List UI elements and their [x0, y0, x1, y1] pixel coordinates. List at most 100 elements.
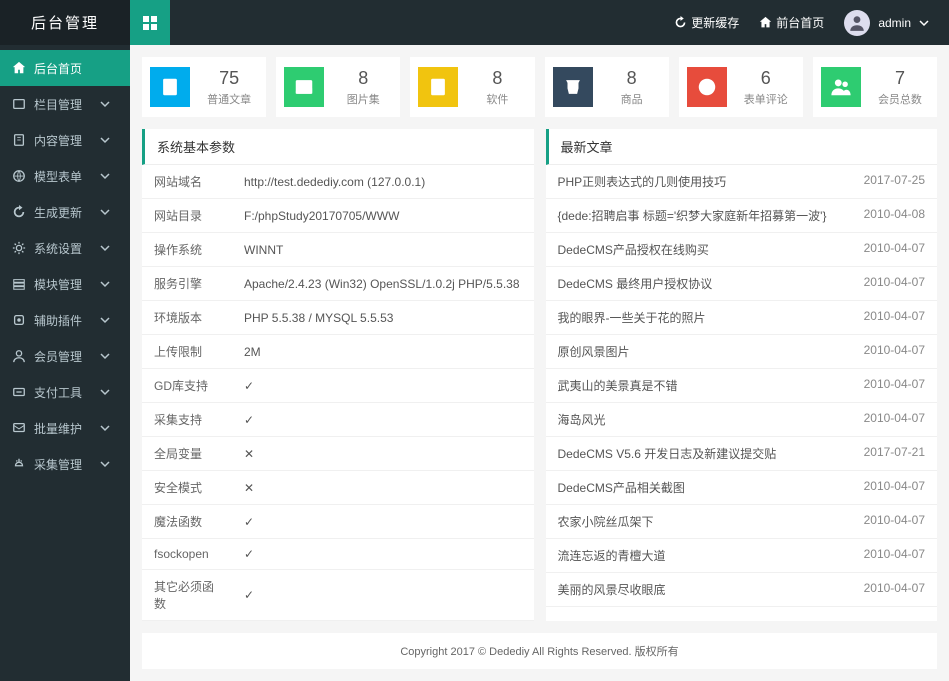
param-value: ✓	[232, 505, 534, 539]
system-row: 安全模式✕	[142, 471, 534, 505]
sidebar-item-9[interactable]: 支付工具	[0, 374, 130, 410]
article-date: 2017-07-25	[864, 173, 925, 190]
grid-icon	[142, 15, 158, 31]
param-key: 采集支持	[142, 403, 232, 437]
user-menu[interactable]: admin	[844, 10, 929, 36]
sidebar-item-1[interactable]: 栏目管理	[0, 86, 130, 122]
article-row[interactable]: 原创风景图片2010-04-07	[546, 335, 938, 369]
nav-icon	[12, 97, 26, 111]
nav-label: 采集管理	[34, 456, 82, 473]
nav-label: 内容管理	[34, 132, 82, 149]
article-row[interactable]: 美丽的风景尽收眼底2010-04-07	[546, 573, 938, 607]
chevron-down-icon	[100, 423, 110, 433]
system-row: fsockopen✓	[142, 539, 534, 570]
stat-card-0[interactable]: 75普通文章	[142, 57, 266, 117]
frontend-label: 前台首页	[776, 14, 824, 31]
stat-icon	[284, 67, 324, 107]
nav-icon	[12, 133, 26, 147]
latest-articles-panel: 最新文章 PHP正则表达式的几则使用技巧2017-07-25{dede:招聘启事…	[546, 129, 938, 621]
system-row: 采集支持✓	[142, 403, 534, 437]
stat-card-1[interactable]: 8图片集	[276, 57, 400, 117]
chevron-down-icon	[100, 279, 110, 289]
system-row: 环境版本PHP 5.5.38 / MYSQL 5.5.53	[142, 301, 534, 335]
param-key: fsockopen	[142, 539, 232, 570]
article-row[interactable]: 流连忘返的青檀大道2010-04-07	[546, 539, 938, 573]
param-value: 2M	[232, 335, 534, 369]
article-row[interactable]: DedeCMS 最终用户授权协议2010-04-07	[546, 267, 938, 301]
sidebar-item-10[interactable]: 批量维护	[0, 410, 130, 446]
chevron-down-icon	[100, 207, 110, 217]
param-value: ✓	[232, 570, 534, 621]
nav-icon	[12, 457, 26, 471]
frontend-link[interactable]: 前台首页	[759, 14, 824, 31]
param-value: WINNT	[232, 233, 534, 267]
article-date: 2010-04-07	[864, 377, 925, 394]
stat-number: 6	[737, 68, 795, 89]
sidebar-item-2[interactable]: 内容管理	[0, 122, 130, 158]
article-row[interactable]: 武夷山的美景真是不错2010-04-07	[546, 369, 938, 403]
nav-icon	[12, 349, 26, 363]
stat-card-4[interactable]: 6 表单评论	[679, 57, 803, 117]
article-title: 我的眼界-一些关于花的照片	[558, 309, 864, 326]
param-value: ✓	[232, 369, 534, 403]
article-row[interactable]: DedeCMS V5.6 开发日志及新建议提交贴2017-07-21	[546, 437, 938, 471]
sidebar-item-5[interactable]: 系统设置	[0, 230, 130, 266]
param-value: ✕	[232, 437, 534, 471]
nav-icon	[12, 169, 26, 183]
article-row[interactable]: PHP正则表达式的几则使用技巧2017-07-25	[546, 165, 938, 199]
article-date: 2010-04-07	[864, 411, 925, 428]
nav-icon	[12, 277, 26, 291]
system-info-panel: 系统基本参数 网站域名http://test.dedediy.com (127.…	[142, 129, 534, 621]
param-key: 其它必须函数	[142, 570, 232, 621]
param-value: Apache/2.4.23 (Win32) OpenSSL/1.0.2j PHP…	[232, 267, 534, 301]
param-key: GD库支持	[142, 369, 232, 403]
param-key: 全局变量	[142, 437, 232, 471]
stat-icon	[821, 67, 861, 107]
param-value: ✓	[232, 403, 534, 437]
sidebar-item-6[interactable]: 模块管理	[0, 266, 130, 302]
stat-number: 8	[468, 68, 526, 89]
chevron-down-icon	[100, 459, 110, 469]
stat-number: 75	[200, 68, 258, 89]
article-row[interactable]: 海岛风光2010-04-07	[546, 403, 938, 437]
param-key: 操作系统	[142, 233, 232, 267]
article-row[interactable]: {dede:招聘启事 标题='织梦大家庭新年招募第一波'}2010-04-08	[546, 199, 938, 233]
article-row[interactable]: DedeCMS产品授权在线购买2010-04-07	[546, 233, 938, 267]
article-date: 2017-07-21	[864, 445, 925, 462]
sidebar-item-0[interactable]: 后台首页	[0, 50, 130, 86]
sidebar-item-11[interactable]: 采集管理	[0, 446, 130, 482]
article-title: 原创风景图片	[558, 343, 864, 360]
stat-number: 7	[871, 68, 929, 89]
nav-label: 批量维护	[34, 420, 82, 437]
refresh-cache-link[interactable]: 更新缓存	[674, 14, 739, 31]
article-title: 海岛风光	[558, 411, 864, 428]
chevron-down-icon	[100, 99, 110, 109]
article-row[interactable]: 我的眼界-一些关于花的照片2010-04-07	[546, 301, 938, 335]
stat-icon	[150, 67, 190, 107]
sidebar-item-3[interactable]: 模型表单	[0, 158, 130, 194]
stat-card-3[interactable]: 8商品	[545, 57, 669, 117]
nav-icon	[12, 241, 26, 255]
nav-icon	[12, 313, 26, 327]
sidebar-toggle[interactable]	[130, 0, 170, 45]
logo: 后台管理	[0, 0, 130, 45]
param-key: 安全模式	[142, 471, 232, 505]
stat-label: 会员总数	[871, 91, 929, 107]
stat-card-5[interactable]: 7 会员总数	[813, 57, 937, 117]
stat-label: 表单评论	[737, 91, 795, 107]
stat-icon	[687, 67, 727, 107]
article-title: DedeCMS 最终用户授权协议	[558, 275, 864, 292]
param-value: http://test.dedediy.com (127.0.0.1)	[232, 165, 534, 199]
sidebar-item-4[interactable]: 生成更新	[0, 194, 130, 230]
article-title: PHP正则表达式的几则使用技巧	[558, 173, 864, 190]
panel-title: 系统基本参数	[142, 129, 534, 165]
nav-label: 栏目管理	[34, 96, 82, 113]
nav-label: 后台首页	[34, 60, 82, 77]
sidebar-item-8[interactable]: 会员管理	[0, 338, 130, 374]
main-content: 75普通文章8图片集8软件8商品 6 表单评论 7 会员总数 系统基本参数 网站域名ht…	[130, 45, 949, 681]
article-title: DedeCMS产品相关截图	[558, 479, 864, 496]
stat-card-2[interactable]: 8软件	[410, 57, 534, 117]
sidebar-item-7[interactable]: 辅助插件	[0, 302, 130, 338]
chevron-down-icon	[100, 171, 110, 181]
article-row[interactable]: 农家小院丝瓜架下2010-04-07	[546, 505, 938, 539]
